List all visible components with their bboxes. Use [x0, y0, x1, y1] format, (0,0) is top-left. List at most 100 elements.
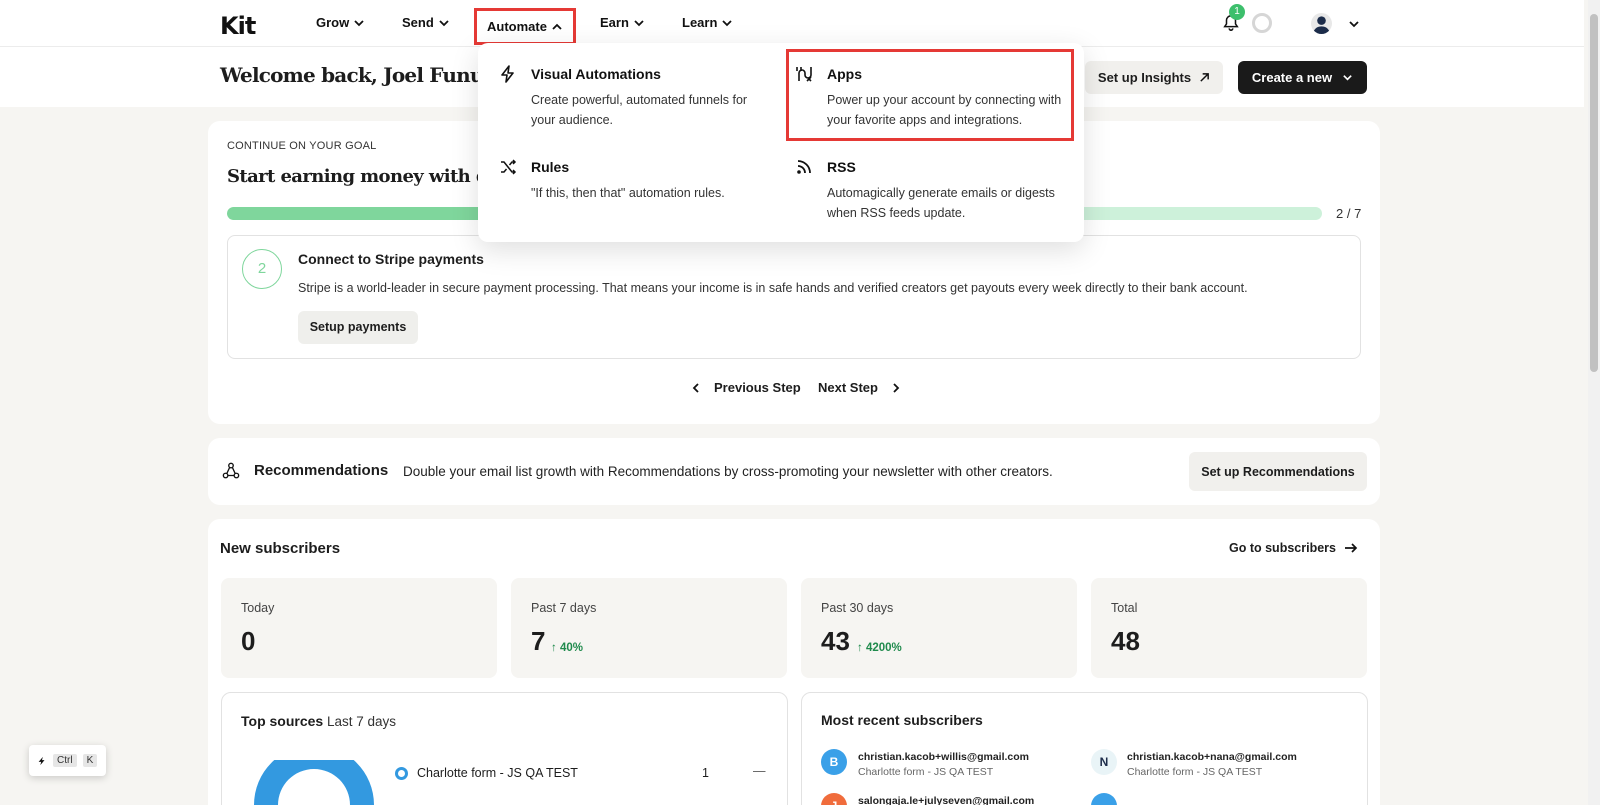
setup-recommendations-button[interactable]: Set up Recommendations [1189, 452, 1367, 491]
list-item[interactable]: christian.kacob+nana@gmail.com Charlotte… [1127, 751, 1297, 778]
stat-label: Today [241, 601, 275, 615]
setup-recommendations-label: Set up Recommendations [1201, 464, 1355, 479]
menu-item-description: Create powerful, automated funnels for yo… [531, 90, 747, 130]
desc-line: "If this, then that" automation rules. [531, 186, 725, 200]
arrow-up-icon: ↑ [857, 642, 863, 654]
nav-learn[interactable]: Learn [682, 15, 733, 30]
chevron-down-icon [722, 19, 733, 26]
avatar[interactable] [1311, 13, 1332, 34]
next-step-button[interactable]: Next Step [818, 380, 902, 395]
goal-eyebrow: CONTINUE ON YOUR GOAL [227, 140, 377, 152]
stat-delta: ↑ 40% [551, 642, 583, 654]
chevron-down-icon [1343, 75, 1352, 81]
stat-total: Total 48 [1091, 578, 1367, 678]
subscriber-avatar: N [1091, 749, 1117, 775]
menu-item-rules[interactable]: Rules "If this, then that" automation ru… [531, 159, 725, 203]
recent-subscribers-panel [801, 692, 1368, 805]
stat-label: Past 7 days [531, 601, 597, 615]
source-trend: — [753, 764, 766, 778]
nav-automate-label: Automate [487, 19, 547, 34]
nav-earn[interactable]: Earn [600, 15, 645, 30]
page-scrollbar[interactable] [1588, 0, 1600, 805]
menu-item-description: Automagically generate emails or digests… [827, 183, 1055, 223]
apps-highlight-box [786, 49, 1074, 141]
list-item[interactable]: salongaja.le+julyseven@gmail.com [858, 795, 1034, 805]
setup-insights-label: Set up Insights [1097, 70, 1192, 85]
nav-learn-label: Learn [682, 15, 718, 30]
recommendations-title: Recommendations [254, 462, 389, 479]
shuffle-icon [501, 159, 517, 175]
stat-value: 7 [531, 626, 546, 656]
stat-delta: ↑ 4200% [857, 642, 902, 654]
create-new-label: Create a new [1251, 70, 1333, 85]
user-icon [1312, 16, 1331, 34]
chevron-down-icon [634, 19, 644, 26]
share-network-icon [222, 462, 240, 479]
subscriber-email: christian.kacob+nana@gmail.com [1127, 751, 1297, 763]
go-to-subscribers-link[interactable]: Go to subscribers [1229, 541, 1358, 555]
previous-step-label: Previous Step [714, 380, 801, 395]
setup-payments-button[interactable]: Setup payments [298, 311, 418, 344]
subscriber-source: Charlotte form - JS QA TEST [1127, 766, 1263, 778]
k-key: K [82, 754, 98, 767]
stat-label: Past 30 days [821, 601, 894, 615]
ctrl-key: Ctrl [53, 754, 77, 767]
menu-item-visual-automations[interactable]: Visual Automations Create powerful, auto… [531, 66, 747, 130]
setup-insights-button[interactable]: Set up Insights [1085, 61, 1223, 94]
source-count: 1 [702, 766, 709, 780]
arrow-up-right-icon [1200, 73, 1209, 82]
legend-dot-icon [395, 767, 408, 780]
new-subscribers-title: New subscribers [220, 540, 341, 557]
desc-line: Create powerful, automated funnels for [531, 93, 748, 107]
page-title: Welcome back, Joel Funu [220, 63, 484, 87]
top-sources-title: Top sources [241, 713, 324, 729]
recommendations-description: Double your email list growth with Recom… [403, 464, 1053, 479]
chevron-up-icon [552, 23, 562, 30]
nav-automate[interactable]: Automate [474, 8, 576, 45]
create-new-button[interactable]: Create a new [1238, 61, 1367, 94]
notification-badge: 1 [1229, 4, 1245, 20]
sources-donut-chart [254, 760, 374, 805]
desc-line: your audience. [531, 113, 614, 127]
menu-item-title: RSS [827, 159, 856, 175]
menu-item-rss[interactable]: RSS Automagically generate emails or dig… [827, 159, 1055, 223]
source-name: Charlotte form - JS QA TEST [417, 766, 578, 780]
rss-icon [797, 160, 811, 174]
nav-send-label: Send [402, 15, 434, 30]
subscriber-source: Charlotte form - JS QA TEST [858, 766, 994, 778]
desc-line: Automagically generate emails or digests [827, 186, 1055, 200]
desc-line: when RSS feeds update. [827, 206, 966, 220]
stat-past-30-days: Past 30 days 43 ↑ 4200% [801, 578, 1077, 678]
menu-item-title: Visual Automations [531, 66, 661, 82]
nav-grow-label: Grow [316, 15, 350, 30]
command-palette-shortcut[interactable]: Ctrl K [29, 745, 106, 776]
nav-send[interactable]: Send [402, 15, 450, 30]
go-to-subscribers-label: Go to subscribers [1229, 541, 1336, 555]
next-step-label: Next Step [818, 380, 878, 395]
chevron-down-icon [439, 19, 449, 26]
arrow-right-icon [1344, 543, 1358, 553]
stat-delta-value: 4200% [865, 642, 902, 654]
previous-step-button[interactable]: Previous Step [690, 380, 801, 395]
stat-label: Total [1111, 601, 1138, 615]
chevron-down-icon[interactable] [1348, 18, 1360, 30]
step-description: Stripe is a world-leader in secure payme… [298, 281, 1248, 295]
kit-logo[interactable]: Kit [220, 12, 256, 40]
subscriber-avatar: B [821, 749, 847, 775]
goal-progress-text: 2 / 7 [1336, 206, 1362, 221]
stat-value: 48 [1111, 626, 1140, 656]
top-sources-period: Last 7 days [327, 714, 397, 729]
chevron-right-icon [893, 382, 900, 393]
chevron-left-icon [692, 382, 699, 393]
recent-subscribers-title: Most recent subscribers [821, 712, 983, 728]
chevron-down-icon [354, 19, 364, 26]
lightning-icon [38, 756, 45, 765]
list-item[interactable]: christian.kacob+willis@gmail.com Charlot… [858, 751, 1029, 778]
scrollbar-thumb[interactable] [1590, 14, 1598, 372]
arrow-up-icon: ↑ [551, 642, 557, 654]
status-ring-icon[interactable] [1252, 13, 1272, 33]
stat-today: Today 0 [221, 578, 497, 678]
menu-item-title: Rules [531, 159, 570, 175]
stat-past-7-days: Past 7 days 7 ↑ 40% [511, 578, 787, 678]
nav-grow[interactable]: Grow [316, 15, 365, 30]
